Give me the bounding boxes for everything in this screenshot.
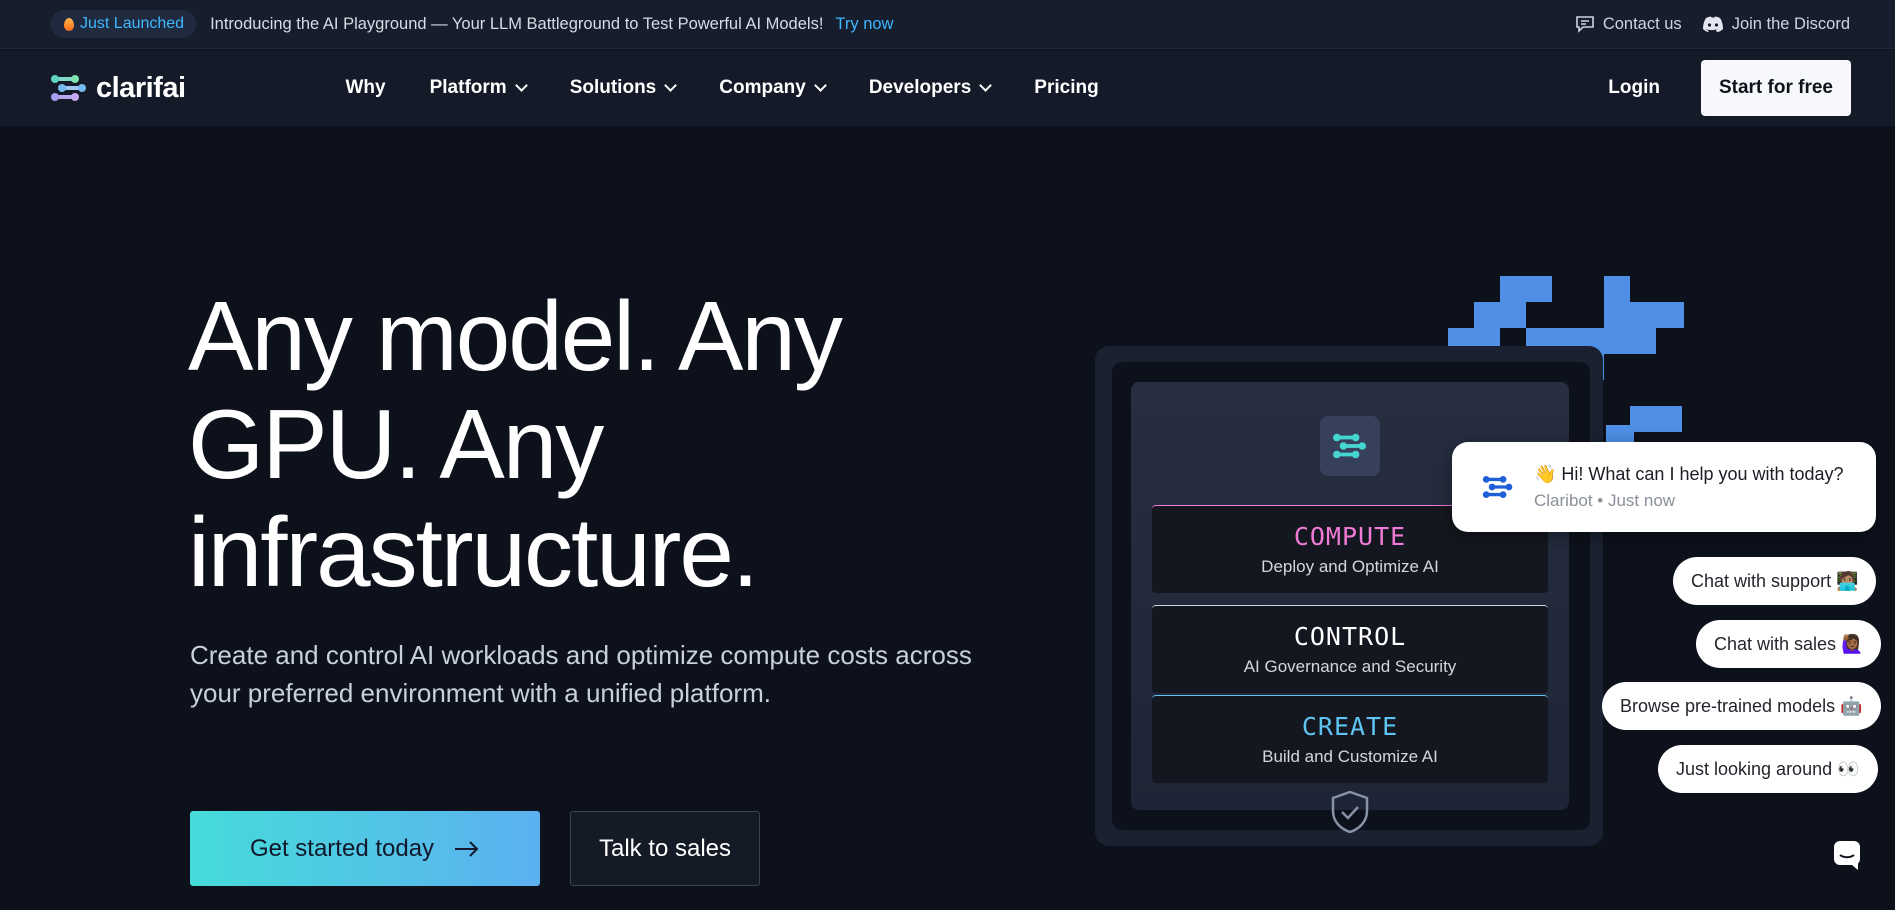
start-for-free-button[interactable]: Start for free (1700, 60, 1851, 116)
chat-greeting-bubble[interactable]: 👋 Hi! What can I help you with today? Cl… (1452, 442, 1876, 532)
nav-item-label: Company (719, 77, 806, 98)
nav-item-pricing[interactable]: Pricing (1034, 77, 1098, 99)
chevron-down-icon (979, 79, 993, 92)
get-started-label: Get started today (249, 834, 435, 862)
talk-to-sales-button[interactable]: Talk to sales (570, 811, 760, 886)
arrow-right-icon (455, 840, 479, 857)
subtitle-line: Create and control AI workloads and opti… (190, 640, 972, 670)
join-discord-label: Join the Discord (1731, 14, 1850, 33)
create-subtitle: Build and Customize AI (1262, 747, 1438, 766)
nav-menu: Why Platform Solutions Company Developer… (346, 77, 1143, 99)
control-card: CONTROL AI Governance and Security (1152, 605, 1548, 693)
chat-with-support-button[interactable]: Chat with support 🧑🏽‍💻 (1673, 557, 1877, 605)
chat-launcher-button[interactable] (1822, 828, 1872, 882)
claribot-avatar-icon (1482, 476, 1513, 498)
nav-item-label: Platform (429, 77, 507, 98)
chat-launcher-icon (1834, 841, 1860, 870)
control-title: CONTROL (1293, 622, 1407, 651)
clarifai-chip-icon (1320, 416, 1380, 476)
just-launched-badge: Just Launched (50, 10, 197, 38)
compute-subtitle: Deploy and Optimize AI (1261, 557, 1439, 576)
nav-item-label: Developers (868, 77, 972, 98)
just-looking-button[interactable]: Just looking around 👀 (1658, 745, 1878, 793)
nav-item-platform[interactable]: Platform (429, 77, 528, 99)
brand-name: clarifai (96, 71, 186, 104)
get-started-button[interactable]: Get started today (190, 811, 540, 886)
headline-line: Any model. Any (188, 281, 843, 391)
clarifai-logo-icon (51, 75, 86, 101)
nav-item-company[interactable]: Company (719, 77, 827, 99)
clarifai-logo[interactable]: clarifai (50, 71, 186, 105)
browse-models-button[interactable]: Browse pre-trained models 🤖 (1602, 682, 1881, 730)
join-discord-link[interactable]: Join the Discord (1702, 15, 1850, 34)
discord-icon (1702, 16, 1723, 32)
announcement-bar: Just Launched Introducing the AI Playgro… (0, 0, 1895, 49)
main-navigation: clarifai Why Platform Solutions Company … (0, 50, 1895, 126)
hero-headline: Any model. Any GPU. Any infrastructure. (188, 282, 948, 606)
chat-greeting-text: 👋 Hi! What can I help you with today? (1534, 463, 1844, 484)
announcement-text: Introducing the AI Playground — Your LLM… (210, 14, 824, 33)
headline-line: GPU. Any (188, 389, 604, 499)
nav-item-why[interactable]: Why (346, 77, 386, 99)
nav-item-developers[interactable]: Developers (868, 77, 993, 99)
badge-label: Just Launched (80, 15, 185, 32)
chat-with-sales-button[interactable]: Chat with sales 🙋🏾‍♀️ (1696, 620, 1882, 668)
shield-check-icon (1331, 790, 1369, 834)
chevron-down-icon (813, 79, 827, 92)
try-now-link[interactable]: Try now (835, 15, 893, 34)
chat-greeting-meta: Claribot • Just now (1534, 490, 1676, 510)
nav-item-label: Why (345, 77, 386, 98)
contact-us-label: Contact us (1602, 14, 1682, 33)
headline-line: infrastructure. (188, 497, 759, 607)
create-card: CREATE Build and Customize AI (1152, 695, 1548, 783)
chat-bubble-icon (1576, 16, 1594, 33)
nav-item-label: Pricing (1034, 77, 1099, 98)
control-subtitle: AI Governance and Security (1243, 657, 1457, 676)
chevron-down-icon (514, 79, 528, 92)
hero-subtitle: Create and control AI workloads and opti… (190, 636, 1010, 712)
contact-us-link[interactable]: Contact us (1575, 15, 1682, 34)
chevron-down-icon (664, 79, 678, 92)
create-title: CREATE (1301, 712, 1399, 741)
login-link[interactable]: Login (1608, 77, 1660, 99)
flame-icon (64, 17, 74, 31)
nav-item-label: Solutions (569, 77, 657, 98)
subtitle-line: your preferred environment with a unifie… (190, 678, 771, 708)
nav-item-solutions[interactable]: Solutions (569, 77, 678, 99)
